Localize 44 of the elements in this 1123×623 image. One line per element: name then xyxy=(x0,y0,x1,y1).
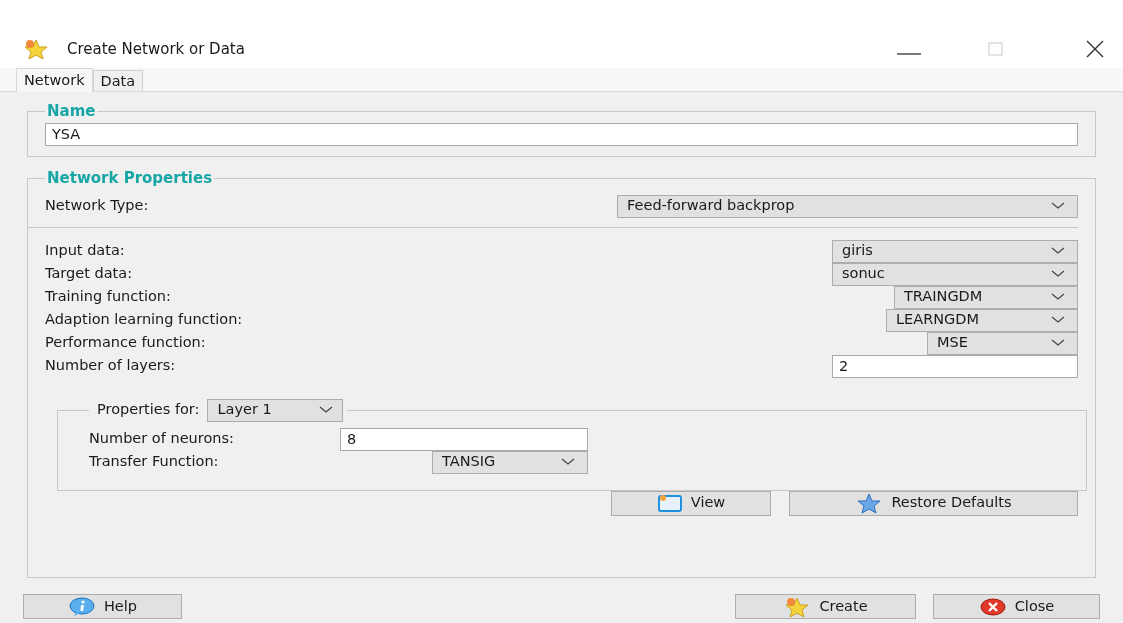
star-icon xyxy=(22,38,50,60)
close-icon xyxy=(978,596,1007,617)
dropdown[interactable]: TRAINGDM xyxy=(894,285,1078,309)
caret-icon xyxy=(1051,202,1065,210)
name-field[interactable]: YSA xyxy=(45,122,1078,146)
group-title: Name xyxy=(46,101,97,122)
field-label: Number of neurons: xyxy=(89,429,234,449)
field-label: Network Type: xyxy=(45,196,149,216)
caret-icon xyxy=(1051,339,1065,347)
dropdown[interactable]: Feed-forward backprop xyxy=(617,194,1078,218)
info-icon xyxy=(67,596,96,617)
window-icon xyxy=(656,493,683,513)
field-label: Adaption learning function: xyxy=(45,310,243,330)
caret-icon xyxy=(1051,316,1065,324)
caret-icon xyxy=(1051,247,1065,255)
text-field[interactable]: 8 xyxy=(340,427,588,451)
group-title: Network Properties xyxy=(46,168,214,189)
close-icon[interactable] xyxy=(1085,40,1105,58)
field-label: Number of layers: xyxy=(45,356,176,376)
tab[interactable]: Data xyxy=(92,70,144,91)
caret-icon xyxy=(561,458,575,466)
dropdown[interactable]: Layer 1 xyxy=(207,398,344,422)
dropdown[interactable]: sonuc xyxy=(832,262,1078,286)
field-label: Training function: xyxy=(45,287,171,307)
button[interactable]: Create xyxy=(735,594,916,619)
dropdown[interactable]: LEARNGDM xyxy=(886,308,1078,332)
field-label: Input data: xyxy=(45,241,125,261)
tab[interactable]: Network xyxy=(16,68,93,92)
field-label: Target data: xyxy=(45,264,132,284)
dropdown[interactable]: giris xyxy=(832,239,1078,263)
window-title: Create Network or Data xyxy=(67,38,245,60)
text-field[interactable]: 2 xyxy=(832,354,1078,378)
button[interactable]: Close xyxy=(933,594,1100,619)
field-label: Transfer Function: xyxy=(89,452,219,472)
button[interactable]: Help xyxy=(23,594,182,619)
caret-icon xyxy=(1051,270,1065,278)
field-label: Performance function: xyxy=(45,333,206,353)
dropdown[interactable]: MSE xyxy=(927,331,1078,355)
dropdown[interactable]: TANSIG xyxy=(432,450,588,474)
caret-icon xyxy=(1051,293,1065,301)
button[interactable]: View xyxy=(611,490,771,516)
caret-icon xyxy=(319,406,334,414)
field-label: Properties for: xyxy=(97,400,200,420)
button[interactable]: Restore Defaults xyxy=(789,490,1078,516)
